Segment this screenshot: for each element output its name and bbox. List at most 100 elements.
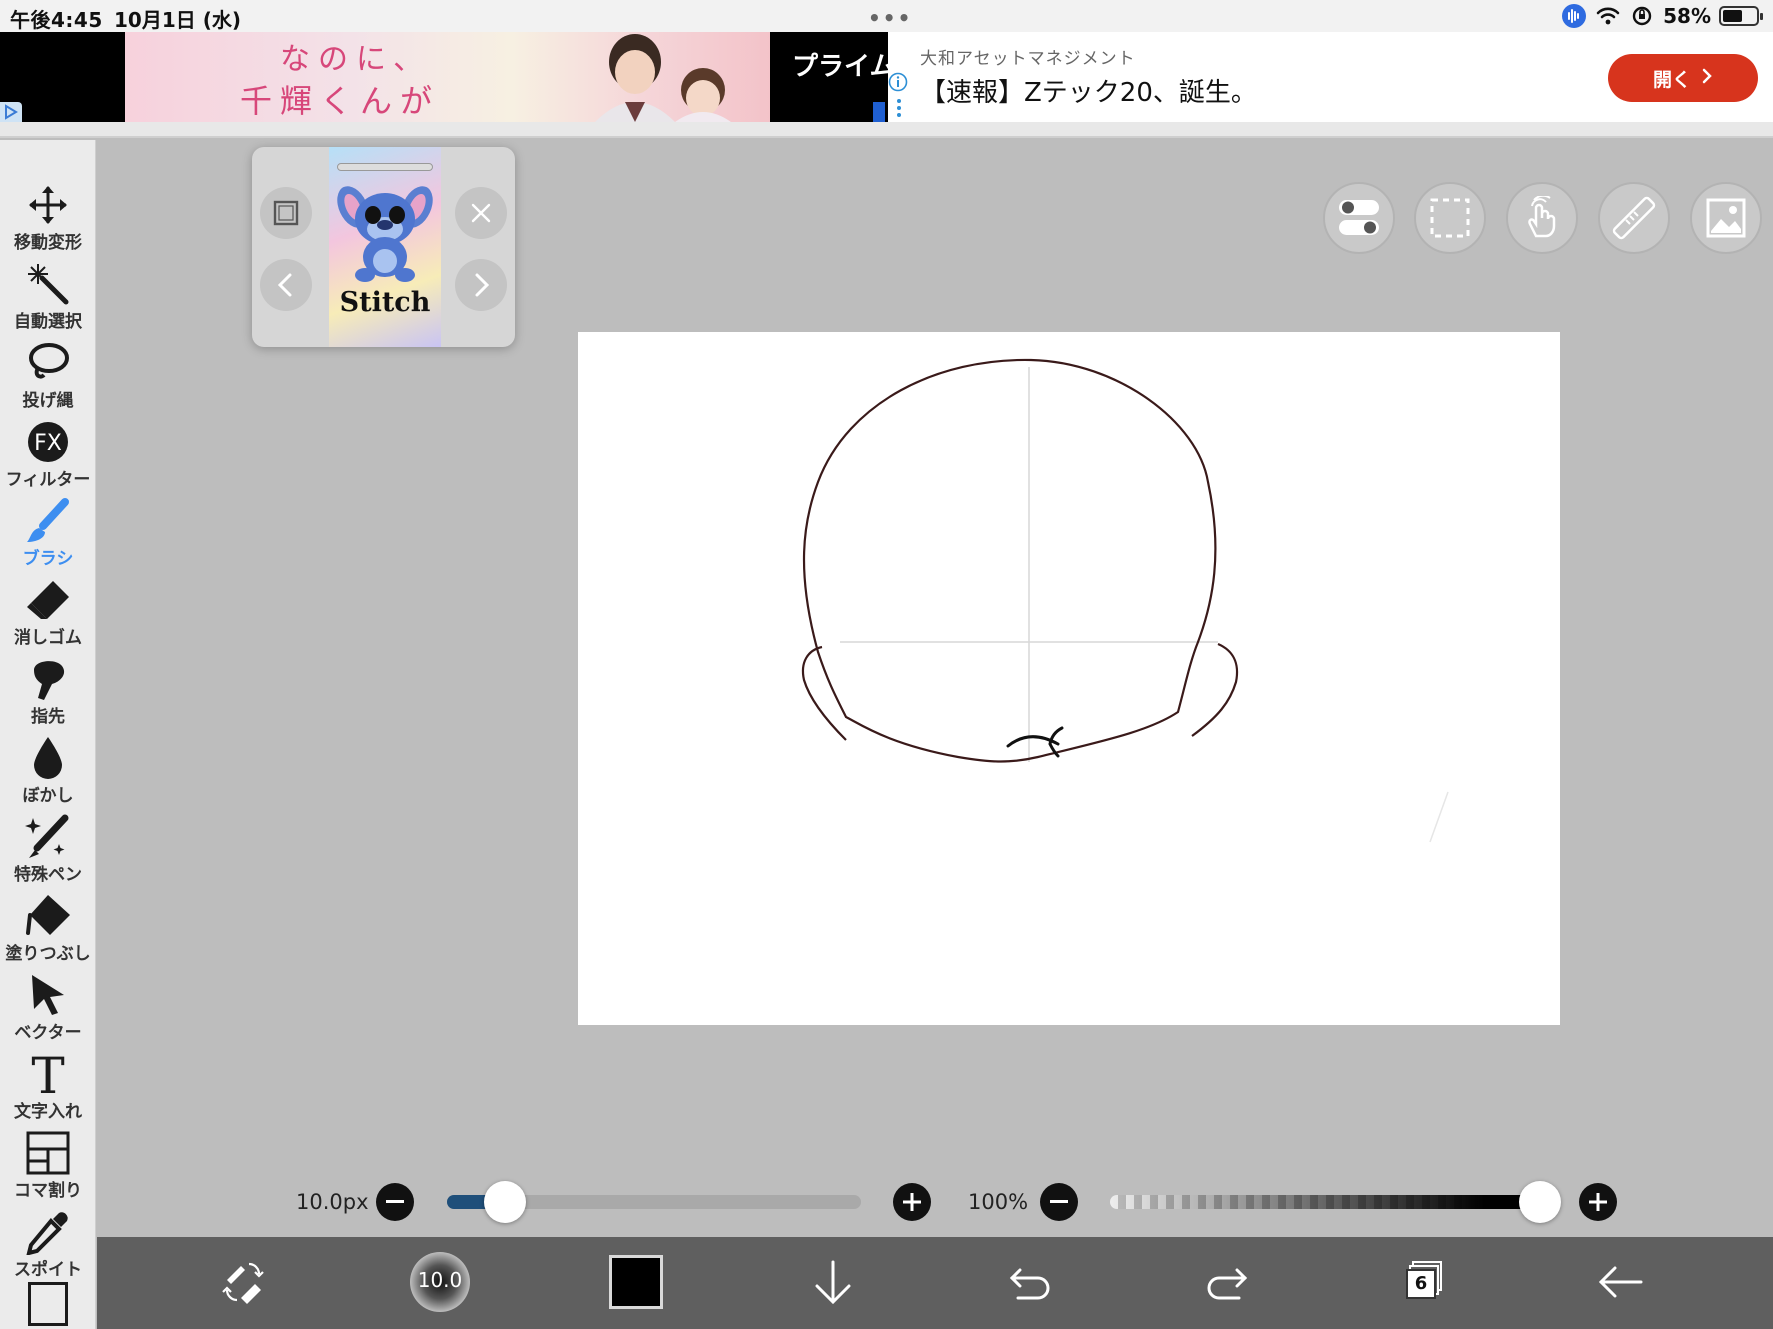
undo-button[interactable]: [995, 1247, 1065, 1317]
tool-label: フィルター: [5, 470, 91, 490]
drawing-canvas[interactable]: [578, 332, 1560, 1025]
stray-stroke: [1429, 791, 1449, 843]
current-color-swatch: [609, 1255, 663, 1309]
magic-wand-icon: [24, 261, 72, 307]
status-date: 10月1日 (水): [114, 8, 241, 32]
info-icon[interactable]: [888, 72, 910, 94]
brush-preview-value: 10.0: [417, 1268, 463, 1292]
text-glyph: T: [31, 1051, 64, 1097]
tool-move-transform[interactable]: 移動変形: [0, 178, 96, 256]
size-increase-button[interactable]: [893, 1183, 931, 1221]
ad-choices-icon[interactable]: [0, 102, 22, 122]
opacity-slider-track[interactable]: [1110, 1195, 1550, 1209]
orientation-lock-icon: [1629, 3, 1655, 29]
ad-advertiser: 大和アセットマネジメント: [920, 49, 1136, 69]
reference-image-panel[interactable]: Stitch: [252, 147, 515, 347]
tool-label: スポイト: [14, 1260, 82, 1280]
tool-brush[interactable]: ブラシ: [0, 494, 96, 572]
tool-filter[interactable]: FX フィルター: [0, 415, 96, 493]
bottom-toolbar: 10.0 6: [97, 1237, 1773, 1329]
opacity-slider-thumb[interactable]: [1519, 1181, 1561, 1223]
ad-open-button[interactable]: 開く: [1608, 54, 1758, 102]
touch-gesture-button[interactable]: [1506, 182, 1578, 254]
tool-smudge[interactable]: 指先: [0, 652, 96, 730]
pen-eraser-swap-icon: [222, 1262, 264, 1304]
hand-touch-icon: [1528, 196, 1556, 238]
chevron-right-icon: [475, 273, 490, 297]
battery-percent: 58%: [1663, 4, 1711, 28]
ad-image[interactable]: なのに、 千輝くんが: [125, 32, 770, 122]
ad-prime-panel[interactable]: プライム: [770, 32, 888, 122]
square-icon: [273, 200, 299, 226]
reference-prev-button[interactable]: [260, 259, 312, 311]
tool-label: ブラシ: [22, 549, 74, 569]
tool-fill[interactable]: 塗りつぶし: [0, 889, 96, 967]
arrow-down-icon: [815, 1260, 851, 1305]
reference-drag-handle[interactable]: [337, 163, 433, 171]
chevron-right-icon: [1701, 67, 1713, 89]
eyedropper-icon: [24, 1209, 72, 1255]
ear-left: [801, 645, 847, 741]
layers-icon: 6: [1398, 1257, 1448, 1307]
reference-close-button[interactable]: [455, 187, 507, 239]
tool-label: 塗りつぶし: [5, 944, 91, 964]
multitasking-dots[interactable]: •••: [868, 6, 912, 30]
ad-prime-stripe: [873, 102, 885, 122]
chevron-left-icon: [277, 273, 292, 297]
special-pen-icon: [24, 814, 72, 860]
tool-auto-select[interactable]: 自動選択: [0, 257, 96, 335]
text-icon: T: [24, 1051, 72, 1097]
undo-icon: [1009, 1268, 1050, 1300]
tool-label: 移動変形: [14, 233, 82, 253]
sketch-drawing: [801, 358, 1449, 843]
reference-square-button[interactable]: [260, 187, 312, 239]
ad-text-panel[interactable]: 大和アセットマネジメント 【速報】Zテック20、誕生。 開く: [888, 32, 1773, 122]
dashed-selection-icon: [1430, 198, 1470, 238]
tool-label: 自動選択: [14, 312, 82, 332]
tool-lasso[interactable]: 投げ縄: [0, 336, 96, 414]
reference-next-button[interactable]: [455, 259, 507, 311]
head-outline: [802, 358, 1217, 763]
move-transform-icon: [24, 182, 72, 228]
swap-brush-eraser-button[interactable]: [208, 1247, 278, 1317]
stitch-illustration: [337, 186, 433, 282]
tool-label: 投げ縄: [22, 391, 74, 411]
ad-prime-text: プライム: [792, 52, 888, 82]
toggle-settings-button[interactable]: [1323, 182, 1395, 254]
size-slider-thumb[interactable]: [483, 1181, 526, 1223]
tool-eyedropper[interactable]: スポイト: [0, 1205, 96, 1283]
ruler-button[interactable]: [1598, 182, 1670, 254]
tool-label: 文字入れ: [14, 1102, 82, 1122]
opacity-slider-fill: [1110, 1195, 1550, 1209]
tool-label: ベクター: [14, 1023, 82, 1043]
back-button[interactable]: [1585, 1247, 1655, 1317]
plus-icon: [903, 1193, 921, 1211]
voice-memo-icon: [1561, 3, 1587, 29]
brush-preview-button[interactable]: 10.0: [405, 1247, 475, 1317]
size-decrease-button[interactable]: [376, 1183, 414, 1221]
ear-right: [1191, 642, 1239, 737]
lasso-icon: [24, 340, 72, 386]
opacity-decrease-button[interactable]: [1040, 1183, 1078, 1221]
tool-eraser[interactable]: 消しゴム: [0, 573, 96, 651]
canvas-frame-icon[interactable]: [28, 1282, 68, 1326]
reference-image[interactable]: Stitch: [329, 147, 441, 347]
ruler-icon: [1612, 196, 1656, 240]
ad-banner[interactable]: なのに、 千輝くんが プライム 大和アセットマネジメント 【速報】Zテック20、…: [0, 32, 1773, 138]
color-picker-button[interactable]: [601, 1247, 671, 1317]
opacity-increase-button[interactable]: [1579, 1183, 1617, 1221]
brush-size-preview: 10.0: [410, 1252, 470, 1312]
tool-panel-divide[interactable]: コマ割り: [0, 1126, 96, 1204]
material-button[interactable]: [1690, 182, 1762, 254]
tool-special-pen[interactable]: 特殊ペン: [0, 810, 96, 888]
brush-size-label: 10.0px: [296, 1190, 369, 1214]
redo-button[interactable]: [1192, 1247, 1262, 1317]
selection-button[interactable]: [1414, 182, 1486, 254]
brush-icon: [24, 498, 72, 544]
layers-button[interactable]: 6: [1388, 1247, 1458, 1317]
download-button[interactable]: [798, 1247, 868, 1317]
tool-blur[interactable]: ぼかし: [0, 731, 96, 809]
tool-text[interactable]: T 文字入れ: [0, 1047, 96, 1125]
kebab-menu-icon[interactable]: [897, 98, 901, 118]
tool-vector[interactable]: ベクター: [0, 968, 96, 1046]
